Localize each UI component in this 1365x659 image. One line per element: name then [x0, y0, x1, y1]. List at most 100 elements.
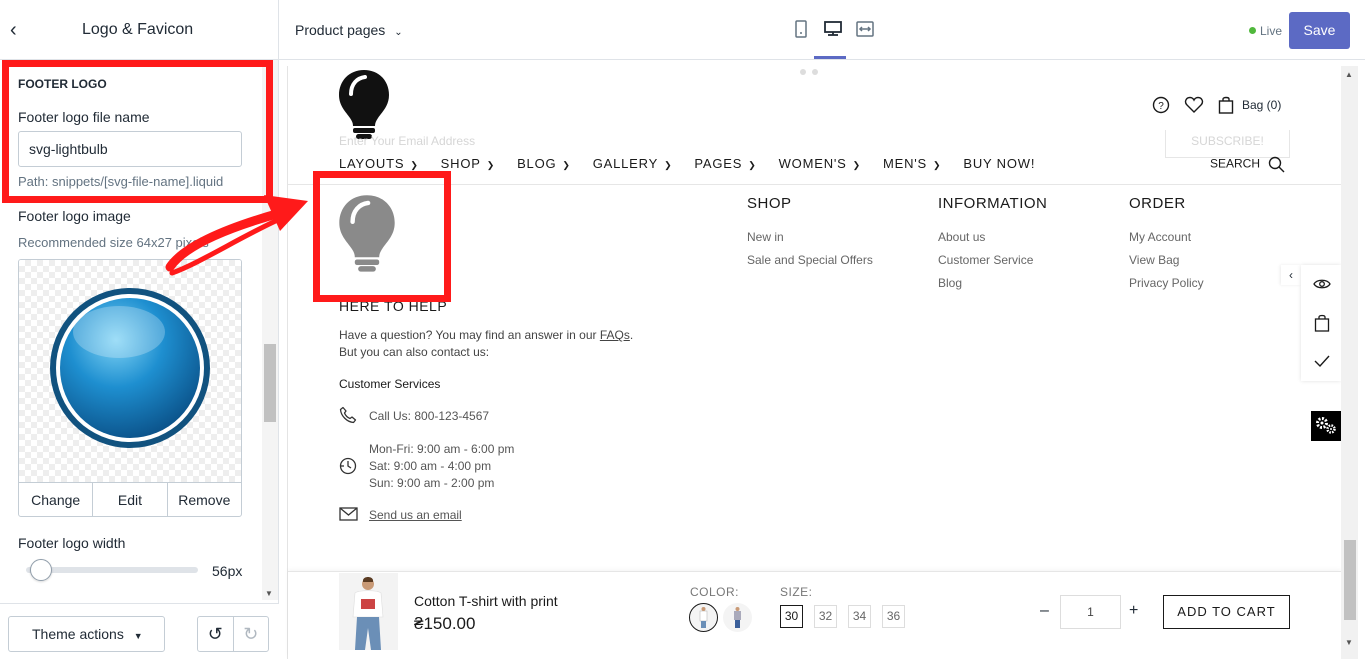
sidebar-footer: Theme actions ▼ ↺ ↻ [0, 603, 279, 659]
chevron-down-icon: ❯ [933, 160, 942, 170]
settings-gears-icon[interactable] [1311, 411, 1341, 441]
scroll-down-icon[interactable]: ▼ [1345, 638, 1353, 647]
newsletter-placeholder[interactable]: Enter Your Email Address [339, 134, 475, 148]
chevron-down-icon: ❯ [562, 160, 571, 170]
chevron-down-icon: ❯ [748, 160, 757, 170]
nav-label: WOMEN'S [778, 156, 847, 171]
image-preview[interactable] [19, 260, 241, 482]
width-slider-track[interactable] [26, 567, 198, 573]
nav-item-layouts[interactable]: LAYOUTS ❯ [339, 156, 419, 171]
sidebar-title: Logo & Favicon [82, 21, 194, 38]
size-option[interactable]: 36 [882, 605, 905, 628]
hours-weekday: Mon-Fri: 9:00 am - 6:00 pm [369, 442, 515, 456]
desktop-view-icon[interactable] [822, 20, 844, 40]
svg-text:?: ? [1158, 101, 1164, 112]
bag-icon[interactable] [1314, 314, 1330, 332]
page-selector[interactable]: Product pages ⌄ [295, 22, 403, 38]
subscribe-button[interactable]: SUBSCRIBE! [1165, 130, 1290, 158]
scroll-up-icon[interactable]: ▲ [1345, 70, 1353, 79]
chevron-down-icon: ❯ [852, 160, 861, 170]
mail-icon [339, 507, 358, 521]
sidebar-scrollbar-thumb[interactable] [264, 344, 276, 422]
search-icon [1269, 156, 1285, 173]
width-slider-thumb[interactable] [29, 559, 52, 581]
nav-item-buy-now[interactable]: BUY NOW! [963, 156, 1035, 171]
product-thumbnail[interactable] [339, 573, 398, 650]
nav-item-gallery[interactable]: GALLERY ❯ [593, 156, 673, 171]
slider-dots [800, 69, 818, 75]
preview-scrollbar-thumb[interactable] [1344, 540, 1356, 620]
help-text: Have a question? You may find an answer … [339, 328, 633, 342]
quantity-decrease-button[interactable]: – [1040, 602, 1049, 620]
nav-label: SHOP [440, 156, 481, 171]
hours-sunday: Sun: 9:00 am - 2:00 pm [369, 476, 495, 490]
save-button[interactable]: Save [1289, 12, 1350, 49]
undo-icon[interactable]: ↺ [198, 617, 234, 651]
redo-icon[interactable]: ↻ [234, 617, 269, 651]
footer-column-title: INFORMATION [938, 195, 1048, 212]
footer-link[interactable]: About us [938, 230, 985, 244]
footer-link[interactable]: Privacy Policy [1129, 276, 1204, 290]
search-link[interactable]: SEARCH [1210, 156, 1285, 173]
annotation-arrow-icon [165, 195, 308, 276]
help-icon[interactable]: ? [1152, 96, 1170, 114]
remove-image-button[interactable]: Remove [168, 483, 241, 516]
hours-saturday: Sat: 9:00 am - 4:00 pm [369, 459, 492, 473]
size-option[interactable]: 34 [848, 605, 871, 628]
width-value: 56px [212, 563, 243, 579]
checkmark-icon[interactable] [1313, 354, 1331, 368]
back-chevron-icon[interactable]: ‹ [10, 19, 17, 42]
page-selector-label: Product pages [295, 22, 386, 38]
footer-column-title: SHOP [747, 195, 792, 212]
nav-item-shop[interactable]: SHOP ❯ [441, 156, 495, 171]
editor-topbar: Product pages ⌄ Live Save [279, 0, 1365, 60]
footer-link[interactable]: View Bag [1129, 253, 1179, 267]
theme-actions-button[interactable]: Theme actions ▼ [8, 616, 165, 652]
color-swatch-blue[interactable] [723, 603, 752, 632]
size-option[interactable]: 32 [814, 605, 837, 628]
collapse-chevron-icon[interactable]: ‹ [1281, 265, 1301, 285]
product-model-image [339, 573, 398, 650]
eye-icon[interactable] [1313, 277, 1331, 291]
footer-link[interactable]: New in [747, 230, 784, 244]
footer-link[interactable]: My Account [1129, 230, 1191, 244]
nav-item-mens[interactable]: MEN'S ❯ [883, 156, 941, 171]
edit-image-button[interactable]: Edit [93, 483, 168, 516]
change-image-button[interactable]: Change [19, 483, 94, 516]
nav-item-blog[interactable]: BLOG ❯ [517, 156, 571, 171]
scroll-down-icon[interactable]: ▼ [265, 589, 273, 598]
live-status: Live [1260, 24, 1283, 38]
nav-item-womens[interactable]: WOMEN'S ❯ [779, 156, 861, 171]
nav-item-pages[interactable]: PAGES ❯ [694, 156, 756, 171]
fullwidth-view-icon[interactable] [854, 20, 876, 40]
add-to-cart-button[interactable]: ADD TO CART [1163, 595, 1290, 629]
mobile-view-icon[interactable] [790, 20, 812, 40]
sidebar-header: ‹ Logo & Favicon [0, 0, 279, 60]
image-picker: Change Edit Remove [18, 259, 242, 517]
viewport-switcher [790, 20, 876, 40]
slider-dot[interactable] [800, 69, 806, 75]
wishlist-heart-icon[interactable] [1184, 96, 1204, 114]
footer-link[interactable]: Sale and Special Offers [747, 253, 873, 267]
nav-label: PAGES [694, 156, 743, 171]
header-lightbulb-logo-icon[interactable] [337, 68, 391, 142]
phone-number[interactable]: Call Us: 800-123-4567 [369, 409, 489, 423]
product-name: Cotton T-shirt with print [414, 593, 558, 609]
help-text-part: Have a question? You may find an answer … [339, 328, 600, 342]
main-navigation: LAYOUTS ❯ SHOP ❯ BLOG ❯ GALLERY ❯ PAGES ❯ WOM… [339, 156, 1057, 171]
email-link[interactable]: Send us an email [369, 508, 462, 522]
undo-redo-group: ↺ ↻ [197, 616, 269, 652]
quantity-increase-button[interactable]: + [1129, 602, 1138, 620]
footer-link[interactable]: Customer Service [938, 253, 1033, 267]
nav-label: BUY NOW! [963, 156, 1036, 171]
caret-down-icon: ▼ [133, 631, 143, 641]
size-option[interactable]: 30 [780, 605, 803, 628]
slider-dot[interactable] [812, 69, 818, 75]
color-swatch-white[interactable] [689, 603, 718, 632]
chevron-down-icon: ⌄ [394, 27, 403, 38]
quantity-input[interactable]: 1 [1060, 595, 1121, 629]
annotation-highlight-box [313, 171, 451, 302]
faqs-link[interactable]: FAQs [600, 328, 630, 342]
footer-link[interactable]: Blog [938, 276, 962, 290]
bag-link[interactable]: Bag (0) [1218, 96, 1281, 114]
